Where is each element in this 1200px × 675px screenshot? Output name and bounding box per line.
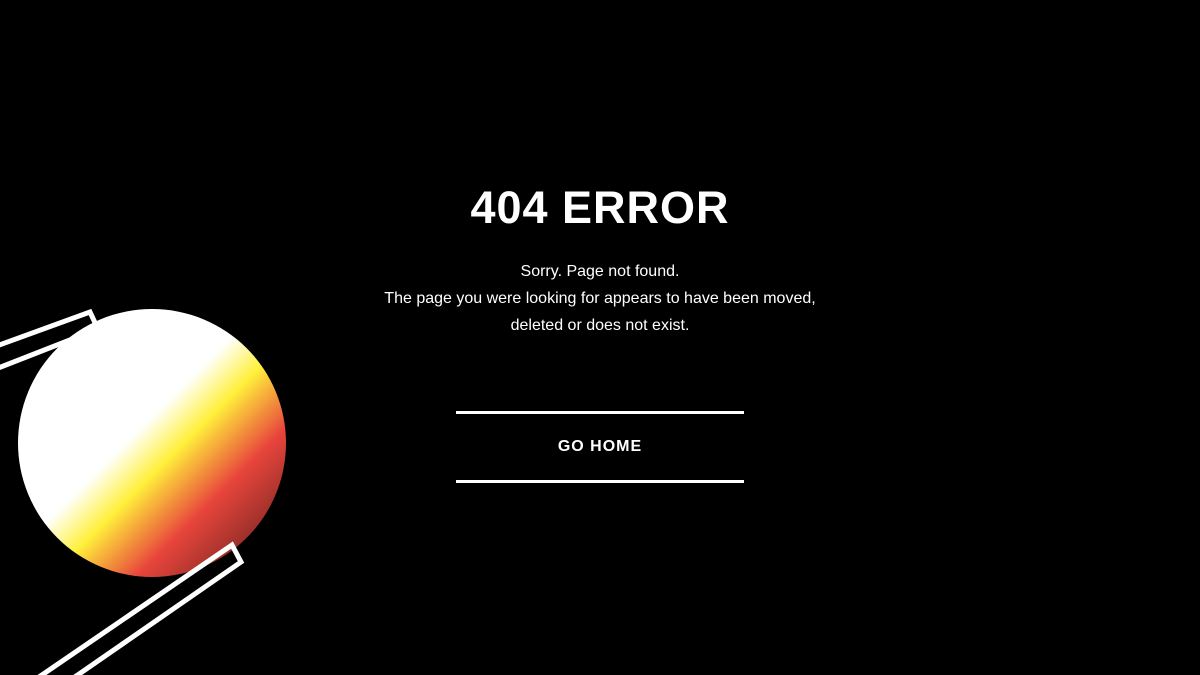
error-title: 404 ERROR bbox=[470, 182, 730, 233]
error-message-line: Sorry. Page not found. bbox=[520, 263, 680, 280]
error-message-line: The page you were looking for appears to… bbox=[384, 290, 816, 307]
error-message-line: deleted or does not exist. bbox=[510, 317, 690, 334]
error-message: Sorry. Page not found. The page you were… bbox=[0, 258, 1200, 339]
gradient-sphere bbox=[18, 309, 286, 577]
go-home-button[interactable]: GO HOME bbox=[456, 411, 744, 483]
error-page: 404 ERROR Sorry. Page not found. The pag… bbox=[0, 0, 1200, 675]
